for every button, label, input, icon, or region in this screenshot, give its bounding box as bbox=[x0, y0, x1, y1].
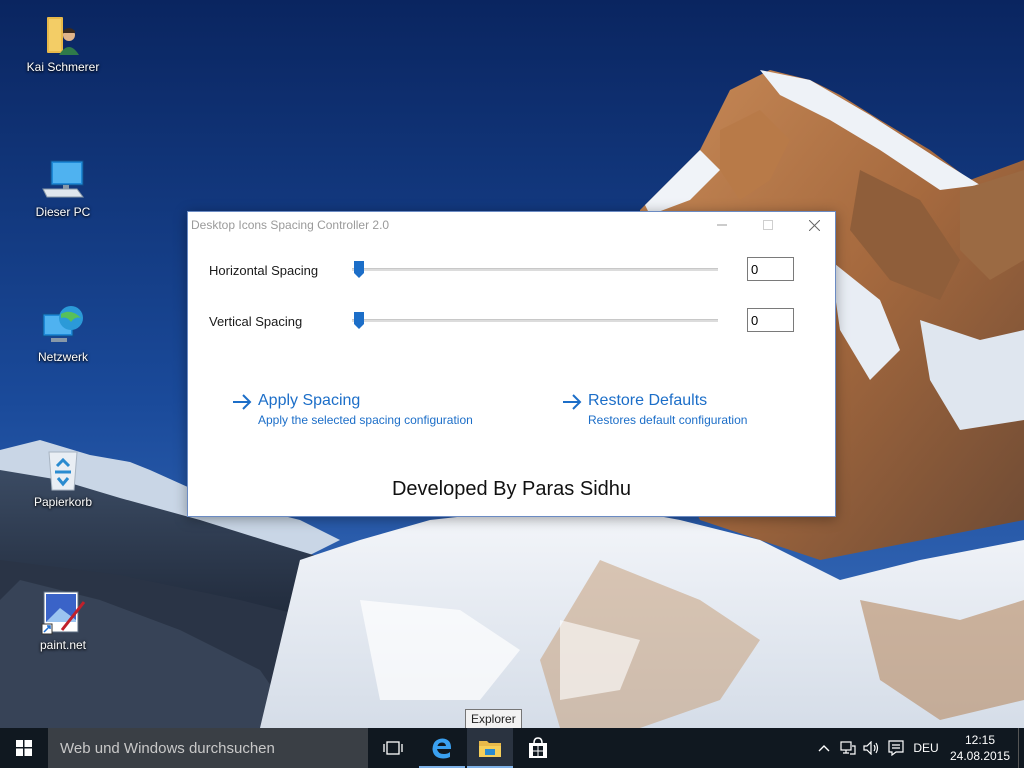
notification-icon bbox=[888, 740, 904, 756]
volume-tray-button[interactable] bbox=[861, 728, 883, 768]
restore-defaults-link[interactable]: Restore Defaults Restores default config… bbox=[562, 392, 782, 432]
input-language: DEU bbox=[913, 741, 939, 755]
store-button[interactable] bbox=[515, 728, 561, 768]
slider-track bbox=[352, 319, 718, 322]
file-explorer-icon bbox=[479, 741, 501, 757]
vertical-spacing-slider[interactable] bbox=[352, 310, 718, 330]
desktop-icon-network[interactable]: Netzwerk bbox=[18, 302, 108, 372]
computer-icon bbox=[39, 157, 87, 203]
spacing-controller-window: Desktop Icons Spacing Controller 2.0 Hor… bbox=[187, 211, 836, 517]
slider-thumb[interactable] bbox=[354, 259, 364, 279]
file-explorer-button[interactable] bbox=[467, 728, 513, 768]
horizontal-spacing-slider[interactable] bbox=[352, 259, 718, 279]
task-view-icon bbox=[383, 741, 403, 755]
arrow-right-icon bbox=[563, 394, 582, 410]
show-hidden-icons-button[interactable] bbox=[814, 728, 834, 768]
apply-spacing-title: Apply Spacing bbox=[258, 392, 361, 409]
title-bar[interactable]: Desktop Icons Spacing Controller 2.0 bbox=[188, 212, 835, 238]
paintnet-icon bbox=[39, 590, 87, 636]
slider-thumb[interactable] bbox=[354, 310, 364, 330]
close-button[interactable] bbox=[791, 212, 837, 238]
network-wired-icon bbox=[840, 741, 856, 755]
desktop-icon-label: Papierkorb bbox=[33, 495, 93, 509]
action-center-button[interactable] bbox=[885, 728, 907, 768]
desktop-icon-user-folder[interactable]: Kai Schmerer bbox=[18, 12, 108, 82]
input-language-button[interactable]: DEU bbox=[910, 728, 942, 768]
task-view-button[interactable] bbox=[370, 728, 416, 768]
apply-spacing-description: Apply the selected spacing configuration bbox=[258, 413, 473, 427]
minimize-button[interactable] bbox=[699, 212, 745, 238]
desktop-icon-label: Kai Schmerer bbox=[26, 60, 100, 74]
clock-date: 24.08.2015 bbox=[949, 749, 1011, 763]
window-title: Desktop Icons Spacing Controller 2.0 bbox=[191, 218, 390, 232]
developer-credit: Developed By Paras Sidhu bbox=[391, 478, 632, 500]
edge-button[interactable] bbox=[419, 728, 465, 768]
edge-icon bbox=[432, 738, 452, 759]
arrow-right-icon bbox=[233, 394, 252, 410]
slider-track bbox=[352, 268, 718, 271]
explorer-tooltip: Explorer bbox=[465, 709, 522, 729]
horizontal-spacing-label: Horizontal Spacing bbox=[209, 263, 319, 278]
store-icon bbox=[529, 737, 547, 758]
restore-defaults-title: Restore Defaults bbox=[588, 392, 708, 409]
recycle-bin-icon bbox=[39, 447, 87, 493]
windows-logo-icon bbox=[16, 740, 32, 756]
vertical-spacing-label: Vertical Spacing bbox=[209, 314, 303, 329]
clock[interactable]: 12:15 24.08.2015 bbox=[946, 732, 1014, 764]
apply-spacing-link[interactable]: Apply Spacing Apply the selected spacing… bbox=[232, 392, 492, 432]
chevron-up-icon bbox=[818, 745, 830, 752]
maximize-button[interactable] bbox=[745, 212, 791, 238]
taskbar-search-input[interactable] bbox=[48, 728, 368, 768]
desktop-icon-this-pc[interactable]: Dieser PC bbox=[18, 157, 108, 227]
desktop-icon-paintnet[interactable]: paint.net bbox=[18, 590, 108, 660]
maximize-icon bbox=[763, 220, 773, 230]
minimize-icon bbox=[717, 224, 727, 226]
desktop-icon-label: Dieser PC bbox=[35, 205, 91, 219]
user-folder-icon bbox=[39, 12, 87, 58]
speaker-icon bbox=[863, 741, 879, 755]
desktop-icon-recycle-bin[interactable]: Papierkorb bbox=[18, 447, 108, 517]
network-icon bbox=[39, 302, 87, 348]
vertical-spacing-input[interactable] bbox=[747, 308, 794, 332]
desktop-icon-label: paint.net bbox=[39, 638, 87, 652]
network-tray-button[interactable] bbox=[837, 728, 859, 768]
start-button[interactable] bbox=[0, 728, 48, 768]
horizontal-spacing-input[interactable] bbox=[747, 257, 794, 281]
show-desktop-button[interactable] bbox=[1018, 728, 1024, 768]
close-icon bbox=[808, 219, 820, 231]
desktop-icon-label: Netzwerk bbox=[37, 350, 88, 364]
taskbar: DEU 12:15 24.08.2015 bbox=[0, 728, 1024, 768]
restore-defaults-description: Restores default configuration bbox=[588, 413, 748, 427]
clock-time: 12:15 bbox=[964, 733, 996, 747]
